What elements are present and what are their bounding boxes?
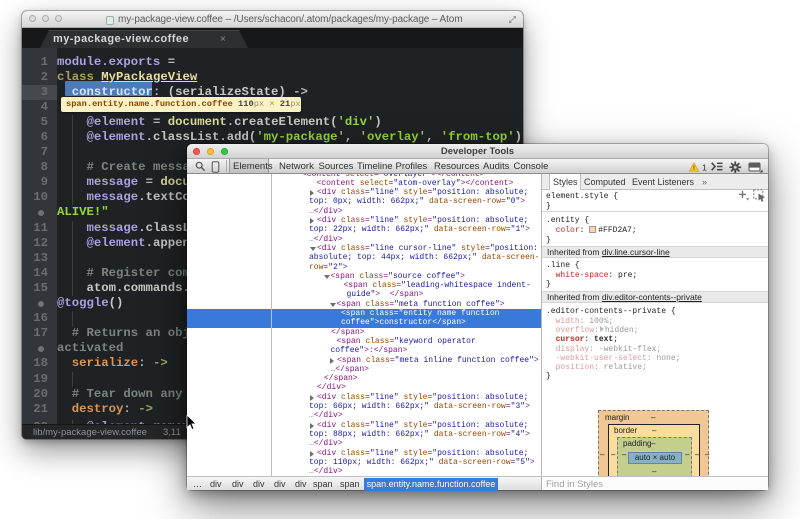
svg-text:!: ! xyxy=(693,165,695,172)
svg-text:1: 1 xyxy=(702,162,707,171)
